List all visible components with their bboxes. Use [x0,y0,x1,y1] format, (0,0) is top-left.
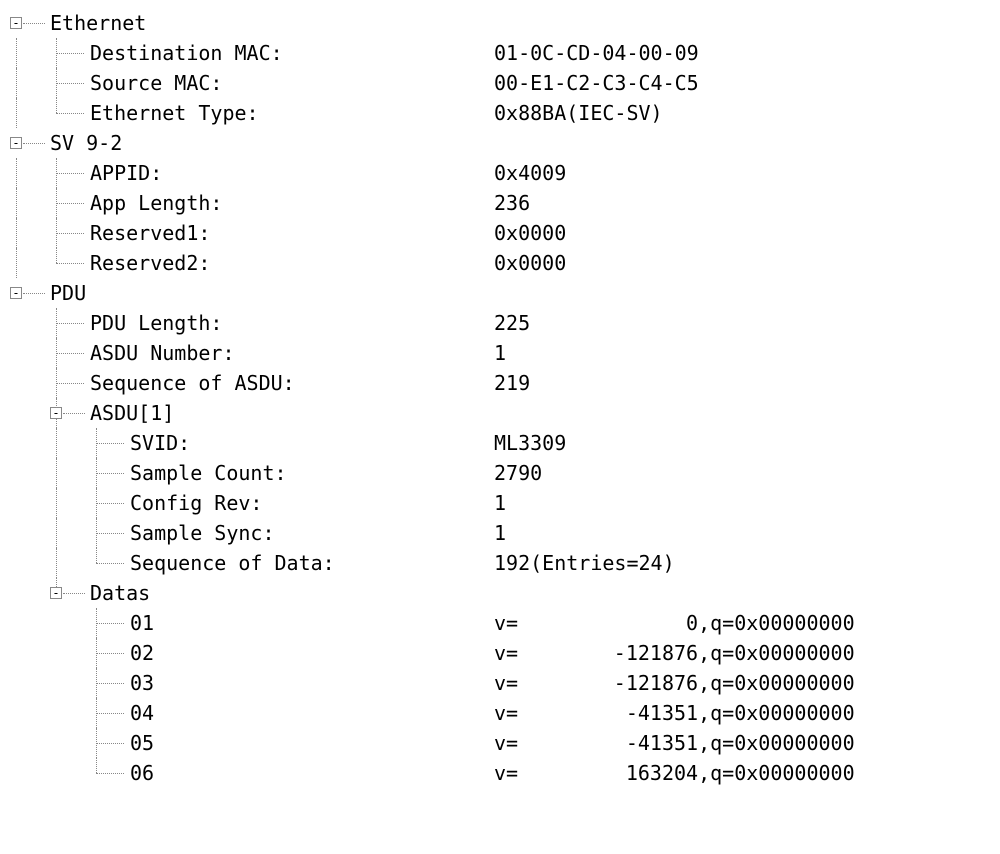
tree-leaf-data-item[interactable]: 04 v=-41351, q=0x00000000 [10,698,990,728]
res1-label: Reserved1: [90,218,210,248]
tree-leaf-data-item[interactable]: 05 v=-41351, q=0x00000000 [10,728,990,758]
svid-label: SVID: [130,428,190,458]
tree-leaf-data-item[interactable]: 06 v=163204, q=0x00000000 [10,758,990,788]
appid-label: APPID: [90,158,162,188]
data-item-vprefix: v= [494,638,518,668]
tree-leaf-data-item[interactable]: 01 v=0, q=0x00000000 [10,608,990,638]
pdulen-value: 225 [494,308,530,338]
data-item-vprefix: v= [494,608,518,638]
data-item-vprefix: v= [494,698,518,728]
packet-tree: - Ethernet Destination MAC: 01-0C-CD-04-… [10,8,990,788]
tree-leaf-dest-mac[interactable]: Destination MAC: 01-0C-CD-04-00-09 [10,38,990,68]
tree-leaf-src-mac[interactable]: Source MAC: 00-E1-C2-C3-C4-C5 [10,68,990,98]
res2-label: Reserved2: [90,248,210,278]
data-item-index: 01 [130,608,154,638]
data-item-sep: , [698,728,710,758]
asdunum-value: 1 [494,338,506,368]
collapse-icon[interactable]: - [10,17,22,29]
data-item-index: 04 [130,698,154,728]
data-item-value: 0 [518,608,698,638]
data-item-sep: , [698,608,710,638]
data-item-index: 05 [130,728,154,758]
tree-node-ethernet[interactable]: - Ethernet [10,8,990,38]
tree-node-pdu[interactable]: - PDU [10,278,990,308]
tree-leaf-smpsync[interactable]: Sample Sync: 1 [10,518,990,548]
data-item-value: 163204 [518,758,698,788]
collapse-icon[interactable]: - [10,287,22,299]
tree-leaf-data-item[interactable]: 03 v=-121876, q=0x00000000 [10,668,990,698]
asdunum-label: ASDU Number: [90,338,235,368]
dest-mac-label: Destination MAC: [90,38,283,68]
datas-label: Datas [90,578,150,608]
tree-leaf-asdunum[interactable]: ASDU Number: 1 [10,338,990,368]
tree-leaf-eth-type[interactable]: Ethernet Type: 0x88BA(IEC-SV) [10,98,990,128]
dest-mac-value: 01-0C-CD-04-00-09 [494,38,699,68]
appid-value: 0x4009 [494,158,566,188]
applen-value: 236 [494,188,530,218]
tree-node-sv92[interactable]: - SV 9-2 [10,128,990,158]
data-item-index: 02 [130,638,154,668]
src-mac-label: Source MAC: [90,68,222,98]
data-item-quality: q=0x00000000 [710,698,855,728]
collapse-icon[interactable]: - [50,587,62,599]
tree-leaf-cfgrev[interactable]: Config Rev: 1 [10,488,990,518]
tree-leaf-res1[interactable]: Reserved1: 0x0000 [10,218,990,248]
smpsync-label: Sample Sync: [130,518,275,548]
data-item-vprefix: v= [494,668,518,698]
data-item-vprefix: v= [494,758,518,788]
asdu1-label: ASDU[1] [90,398,174,428]
eth-type-value: 0x88BA(IEC-SV) [494,98,663,128]
smpsync-value: 1 [494,518,506,548]
tree-node-datas[interactable]: - Datas [10,578,990,608]
data-item-quality: q=0x00000000 [710,758,855,788]
data-item-quality: q=0x00000000 [710,668,855,698]
tree-leaf-applen[interactable]: App Length: 236 [10,188,990,218]
src-mac-value: 00-E1-C2-C3-C4-C5 [494,68,699,98]
data-item-quality: q=0x00000000 [710,608,855,638]
seqdata-value: 192(Entries=24) [494,548,675,578]
seqdata-label: Sequence of Data: [130,548,335,578]
tree-leaf-smpcnt[interactable]: Sample Count: 2790 [10,458,990,488]
res2-value: 0x0000 [494,248,566,278]
data-item-value: -121876 [518,638,698,668]
seqasdu-label: Sequence of ASDU: [90,368,295,398]
pdu-label: PDU [50,278,86,308]
svid-value: ML3309 [494,428,566,458]
data-item-sep: , [698,638,710,668]
sv92-label: SV 9-2 [50,128,122,158]
tree-leaf-svid[interactable]: SVID: ML3309 [10,428,990,458]
tree-leaf-appid[interactable]: APPID: 0x4009 [10,158,990,188]
data-item-value: -41351 [518,728,698,758]
tree-leaf-pdulen[interactable]: PDU Length: 225 [10,308,990,338]
data-item-index: 03 [130,668,154,698]
collapse-icon[interactable]: - [50,407,62,419]
eth-type-label: Ethernet Type: [90,98,259,128]
smpcnt-label: Sample Count: [130,458,287,488]
data-item-value: -41351 [518,698,698,728]
collapse-icon[interactable]: - [10,137,22,149]
data-item-sep: , [698,668,710,698]
data-item-quality: q=0x00000000 [710,638,855,668]
tree-leaf-seqdata[interactable]: Sequence of Data: 192(Entries=24) [10,548,990,578]
data-item-index: 06 [130,758,154,788]
res1-value: 0x0000 [494,218,566,248]
smpcnt-value: 2790 [494,458,542,488]
data-item-vprefix: v= [494,728,518,758]
data-item-value: -121876 [518,668,698,698]
ethernet-label: Ethernet [50,8,146,38]
data-item-sep: , [698,698,710,728]
applen-label: App Length: [90,188,222,218]
tree-node-asdu1[interactable]: - ASDU[1] [10,398,990,428]
tree-leaf-res2[interactable]: Reserved2: 0x0000 [10,248,990,278]
cfgrev-label: Config Rev: [130,488,262,518]
cfgrev-value: 1 [494,488,506,518]
data-item-quality: q=0x00000000 [710,728,855,758]
tree-leaf-seqasdu[interactable]: Sequence of ASDU: 219 [10,368,990,398]
data-item-sep: , [698,758,710,788]
tree-leaf-data-item[interactable]: 02 v=-121876, q=0x00000000 [10,638,990,668]
seqasdu-value: 219 [494,368,530,398]
pdulen-label: PDU Length: [90,308,222,338]
